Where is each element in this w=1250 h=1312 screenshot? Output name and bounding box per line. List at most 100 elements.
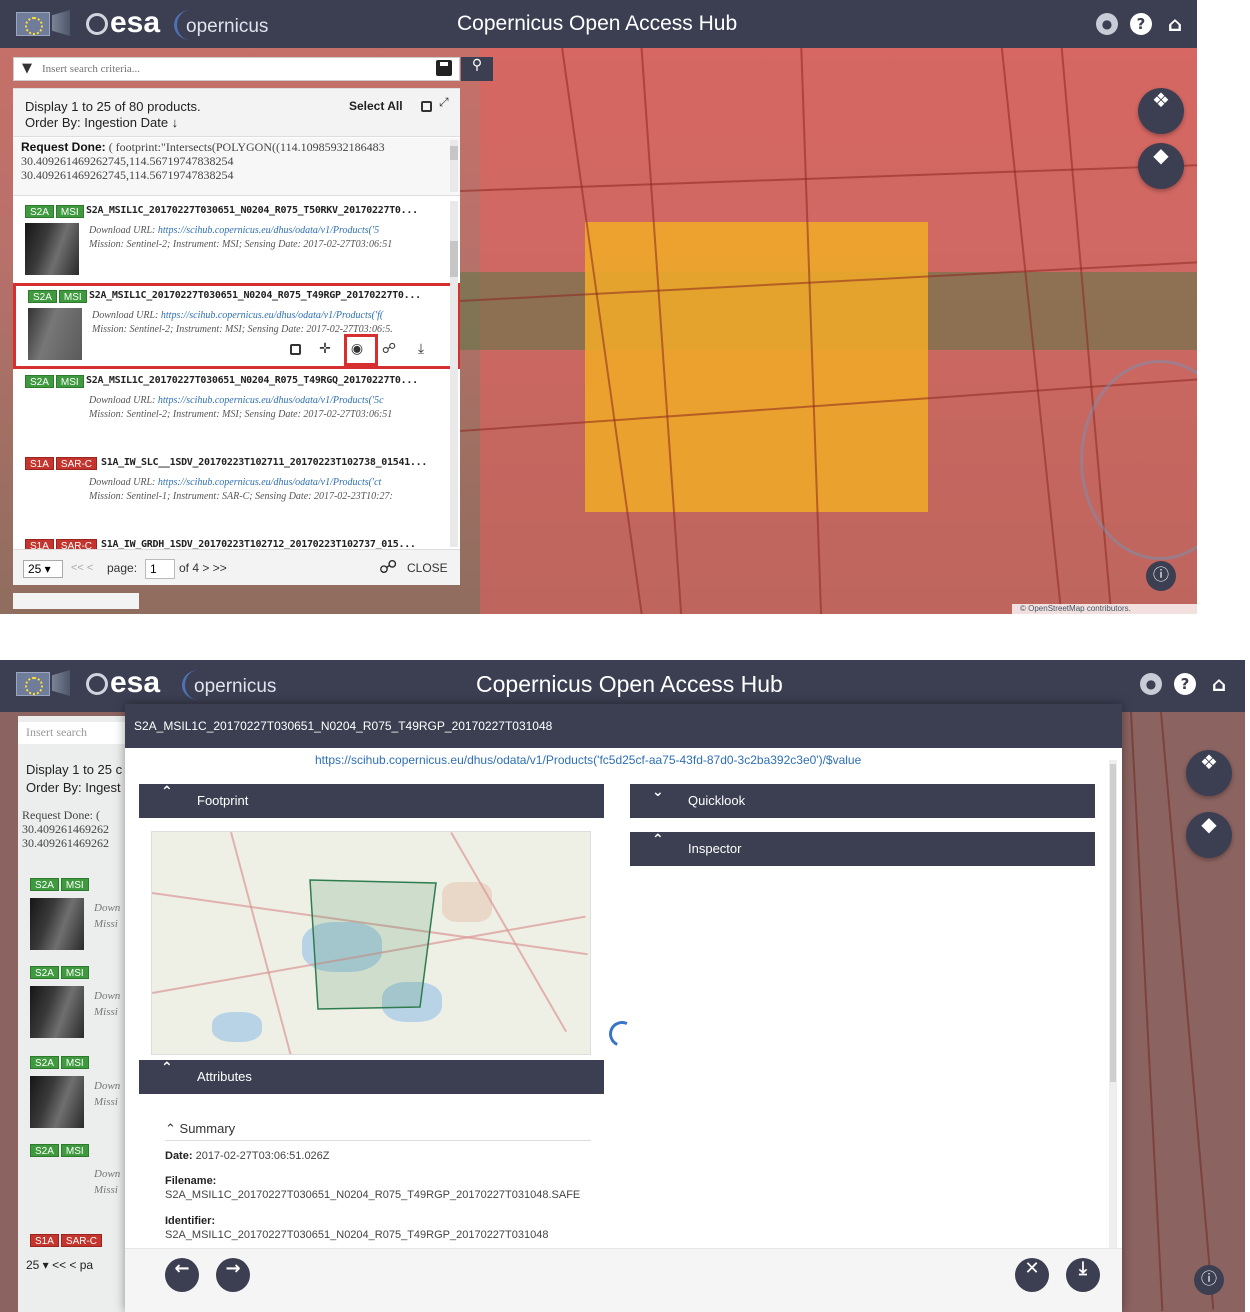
chevron-up-icon: ⌃	[165, 1121, 176, 1136]
area-of-interest-rectangle[interactable]	[585, 222, 928, 512]
download-product-button[interactable]: ⤓	[1066, 1258, 1100, 1292]
home-icon[interactable]: ⌂	[1208, 673, 1230, 695]
background-product-row: S2A MSI Down Missi	[30, 1144, 128, 1224]
download-url: Download URL: https://scihub.copernicus.…	[89, 225, 380, 236]
footprint-section-toggle[interactable]: ⌃ Footprint	[139, 784, 604, 818]
home-icon[interactable]: ⌂	[1164, 13, 1186, 35]
mission-tag: S2A	[25, 375, 54, 388]
inspector-section-toggle[interactable]: ⌃ Inspector	[630, 832, 1095, 866]
footprint-map[interactable]	[151, 831, 591, 1055]
chevron-down-icon: ⌄	[652, 784, 664, 800]
next-product-button[interactable]: →	[216, 1258, 250, 1292]
expand-icon[interactable]: ⤢	[439, 95, 449, 110]
product-meta: Mission: Sentinel-1; Instrument: SAR-C; …	[89, 491, 393, 502]
pan-tool-button[interactable]: ❖	[1186, 750, 1232, 796]
previous-product-button[interactable]: ←	[165, 1258, 199, 1292]
product-download-url[interactable]: https://scihub.copernicus.eu/dhus/odata/…	[315, 753, 861, 767]
footprint-polygon	[309, 879, 437, 1010]
identifier-label: Identifier:	[165, 1215, 216, 1227]
info-icon[interactable]: ⓘ	[1194, 1265, 1224, 1295]
instrument-tag: SAR-C	[55, 539, 98, 549]
page-number-input[interactable]: 1	[145, 559, 175, 579]
background-product-row: S2A MSI Down Missi	[30, 878, 128, 958]
mission-tag: S2A	[25, 205, 54, 218]
product-row[interactable]: S2A MSI S2A_MSIL1C_20170227T030651_N0204_…	[13, 201, 460, 283]
search-input[interactable]	[42, 60, 422, 78]
instrument-tag: SAR-C	[55, 457, 98, 470]
results-scrollbar[interactable]	[450, 201, 458, 547]
order-by-selector[interactable]: Order By: Ingestion Date ↓	[25, 115, 178, 130]
product-name[interactable]: S2A_MSIL1C_20170227T030651_N0204_R075_T4…	[89, 290, 421, 301]
page-size-select[interactable]: 25 ▾	[23, 560, 63, 578]
header-icons: ● ? ⌂	[1096, 13, 1186, 35]
product-row[interactable]: S1A SAR-C S1A_IW_SLC__1SDV_20170223T10271…	[13, 453, 460, 535]
download-icon[interactable]: ⤓	[413, 341, 429, 357]
header-icons: ● ? ⌂	[1140, 673, 1230, 695]
chevron-up-icon: ⌃	[161, 784, 173, 800]
close-panel-button[interactable]: CLOSE	[407, 561, 448, 575]
prev-page-links[interactable]: << <	[71, 562, 93, 574]
page-label: page:	[107, 561, 138, 575]
chevron-up-icon: ⌃	[652, 832, 664, 848]
product-thumbnail	[25, 223, 79, 275]
eu-flag-logo	[16, 672, 50, 696]
modal-scrollbar[interactable]	[1109, 760, 1117, 1290]
instrument-tag: MSI	[58, 290, 87, 303]
product-meta: Mission: Sentinel-2; Instrument: MSI; Se…	[89, 239, 393, 250]
highlight-eye-marker	[344, 334, 378, 366]
status-strip	[13, 593, 139, 609]
layers-button[interactable]: ◆	[1186, 812, 1232, 858]
product-row-highlighted[interactable]: S2A MSI S2A_MSIL1C_20170227T030651_N0204_…	[13, 283, 460, 369]
product-name[interactable]: S1A_IW_GRDH_1SDV_20170223T102712_2017022…	[101, 539, 416, 549]
request-query: Request Done: ( footprint:"Intersects(PO…	[13, 138, 460, 196]
product-row[interactable]: S1A SAR-C S1A_IW_GRDH_1SDV_20170223T10271…	[13, 535, 460, 549]
info-icon[interactable]: ⓘ	[1146, 561, 1176, 591]
results-count: Display 1 to 25 of 80 products.	[25, 99, 201, 114]
quicklook-section-toggle[interactable]: ⌄ Quicklook	[630, 784, 1095, 818]
product-row[interactable]: S2A MSI S2A_MSIL1C_20170227T030651_N0204_…	[13, 371, 460, 453]
product-name[interactable]: S2A_MSIL1C_20170227T030651_N0204_R075_T5…	[86, 205, 418, 216]
request-line: 30.409261469262745,114.56719747838254	[21, 168, 234, 182]
user-icon[interactable]: ●	[1096, 13, 1118, 35]
page-total-next-links[interactable]: of 4 > >>	[179, 561, 227, 575]
cart-icon[interactable]: ☍	[379, 557, 397, 578]
modal-footer	[125, 1248, 1122, 1312]
chevron-up-icon: ⌃	[161, 1060, 173, 1076]
save-search-icon[interactable]	[436, 60, 452, 76]
attributes-section-toggle[interactable]: ⌃ Attributes	[139, 1060, 604, 1094]
product-name[interactable]: S1A_IW_SLC__1SDV_20170223T102711_2017022…	[101, 457, 427, 468]
layers-button[interactable]: ◆	[1138, 143, 1184, 189]
help-icon[interactable]: ?	[1130, 13, 1152, 35]
app-title: Copernicus Open Access Hub	[457, 12, 738, 35]
download-link[interactable]: https://scihub.copernicus.eu/dhus/odata/…	[158, 395, 384, 406]
download-link[interactable]: https://scihub.copernicus.eu/dhus/odata/…	[158, 477, 381, 488]
esa-flag-icon	[52, 670, 70, 696]
download-link[interactable]: https://scihub.copernicus.eu/dhus/odata/…	[161, 310, 383, 321]
help-icon[interactable]: ?	[1174, 673, 1196, 695]
request-scrollbar[interactable]	[450, 140, 458, 192]
summary-toggle[interactable]: ⌃ Summary	[165, 1121, 235, 1137]
filename-label: Filename:	[165, 1175, 217, 1187]
filter-icon[interactable]: ▼	[22, 61, 32, 76]
select-all-checkbox[interactable]	[421, 101, 432, 112]
search-button[interactable]: ⚲	[461, 57, 493, 81]
user-icon[interactable]: ●	[1140, 673, 1162, 695]
product-details-screen: Insert search Display 1 to 25 c Order By…	[0, 660, 1245, 1312]
download-url: Download URL: https://scihub.copernicus.…	[92, 310, 384, 321]
summary-divider	[165, 1140, 591, 1141]
quicklook-loading-spinner	[605, 1017, 639, 1051]
add-to-cart-icon[interactable]: ☍	[381, 341, 397, 357]
close-modal-button[interactable]: ✕	[1015, 1258, 1049, 1292]
background-count: Display 1 to 25 c	[26, 762, 123, 777]
product-details-modal: S2A_MSIL1C_20170227T030651_N0204_R075_T4…	[125, 704, 1122, 1312]
select-product-checkbox[interactable]	[290, 343, 301, 355]
zoom-to-product-icon[interactable]: ✛	[317, 341, 333, 357]
pan-tool-button[interactable]: ❖	[1138, 88, 1184, 134]
product-name[interactable]: S2A_MSIL1C_20170227T030651_N0204_R075_T4…	[86, 375, 418, 386]
select-all-label[interactable]: Select All	[349, 99, 403, 113]
background-product-row: S1A SAR-C	[30, 1234, 128, 1312]
download-link[interactable]: https://scihub.copernicus.eu/dhus/odata/…	[158, 225, 379, 236]
background-search-input: Insert search	[18, 722, 128, 744]
download-url: Download URL: https://scihub.copernicus.…	[89, 395, 384, 406]
copernicus-logo: opernicus	[173, 10, 269, 40]
